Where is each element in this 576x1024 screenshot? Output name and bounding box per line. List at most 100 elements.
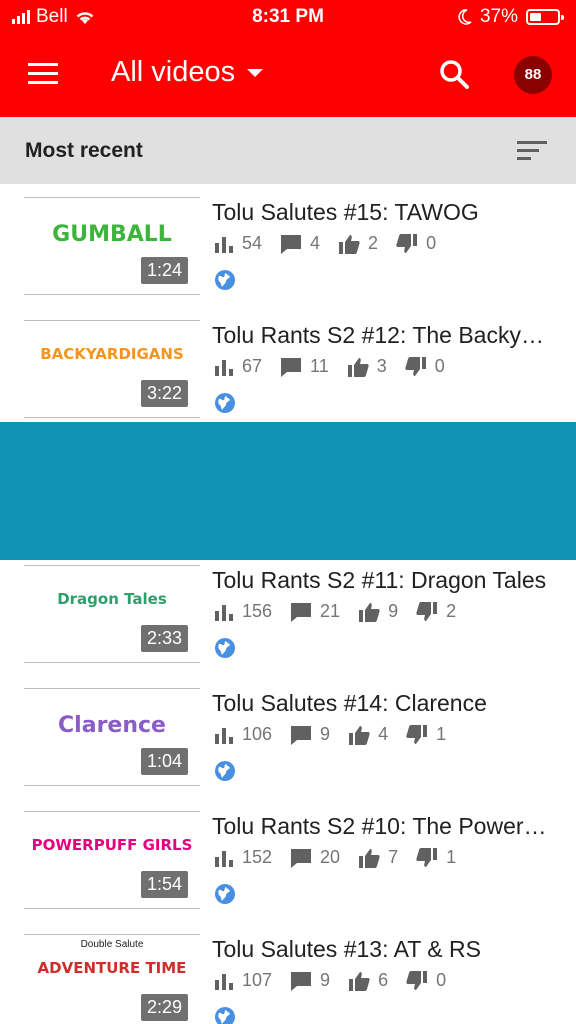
likes-stat: 2 (338, 233, 378, 254)
dislikes-count: 1 (446, 847, 457, 867)
comment-icon (281, 357, 302, 377)
video-thumbnail[interactable]: Double Salute ADVENTURE TIME 2:29 (24, 934, 200, 1024)
views-stat: 156 (214, 601, 272, 622)
likes-count: 4 (378, 724, 389, 744)
video-duration: 2:29 (140, 994, 188, 1021)
bar-chart-icon (215, 236, 233, 253)
bar-chart-icon (215, 604, 233, 621)
status-bar: Bell 8:31 PM 37% (0, 0, 576, 34)
thumbs-up-icon (359, 602, 380, 622)
comment-icon (281, 234, 302, 254)
video-title[interactable]: Tolu Salutes #14: Clarence (212, 690, 552, 717)
dislikes-count: 0 (426, 233, 437, 253)
thumbnail-logo: POWERPUFF GIRLS (31, 836, 193, 854)
thumbnail-logo: GUMBALL (52, 222, 172, 247)
dislikes-stat: 0 (396, 233, 436, 254)
comments-stat: 4 (280, 233, 320, 254)
sort-bar: Most recent (0, 117, 576, 184)
comment-icon (291, 848, 312, 868)
dislikes-stat: 0 (406, 970, 446, 991)
views-count: 107 (242, 970, 273, 990)
likes-stat: 6 (348, 970, 388, 991)
app-bar: All videos 88 (0, 34, 576, 117)
video-duration: 2:33 (140, 625, 188, 652)
chevron-down-icon (247, 68, 264, 77)
views-count: 106 (242, 724, 273, 744)
globe-icon (215, 270, 235, 290)
thumbs-up-icon (349, 971, 370, 991)
comments-count: 21 (320, 601, 341, 621)
likes-count: 7 (388, 847, 399, 867)
comments-count: 9 (320, 970, 331, 990)
video-thumbnail[interactable]: BACKYARDIGANS 3:22 (24, 320, 200, 418)
sort-icon[interactable] (517, 141, 547, 161)
video-stats: 156 21 9 2 (214, 601, 474, 622)
video-stats: 106 9 4 1 (214, 724, 464, 745)
likes-stat: 9 (358, 601, 398, 622)
comment-icon (291, 971, 312, 991)
video-list-item[interactable]: Clarence 1:04 Tolu Salutes #14: Clarence… (0, 676, 576, 799)
menu-icon[interactable] (28, 63, 58, 87)
likes-count: 3 (376, 356, 387, 376)
likes-count: 9 (388, 601, 399, 621)
thumbs-up-icon (339, 234, 360, 254)
dislikes-count: 0 (436, 970, 447, 990)
thumbs-down-icon (416, 847, 438, 867)
comment-icon (291, 602, 312, 622)
video-title[interactable]: Tolu Salutes #13: AT & RS (212, 936, 552, 963)
search-icon[interactable] (438, 58, 470, 90)
video-list-item[interactable]: BACKYARDIGANS 3:22 Tolu Rants S2 #12: Th… (0, 308, 576, 431)
video-filter-dropdown[interactable]: All videos (111, 56, 264, 89)
likes-stat: 3 (347, 356, 387, 377)
thumbs-up-icon (349, 725, 370, 745)
comments-stat: 11 (280, 356, 329, 377)
battery-icon (526, 9, 564, 25)
video-list-item[interactable]: Dragon Tales 2:33 Tolu Rants S2 #11: Dra… (0, 553, 576, 676)
video-title[interactable]: Tolu Rants S2 #10: The Powerpuff Girls (212, 813, 552, 840)
likes-stat: 7 (358, 847, 398, 868)
video-thumbnail[interactable]: Clarence 1:04 (24, 688, 200, 786)
notification-badge[interactable]: 88 (514, 56, 552, 94)
comments-count: 20 (320, 847, 341, 867)
likes-count: 6 (378, 970, 389, 990)
comments-count: 4 (310, 233, 321, 253)
sort-label: Most recent (25, 139, 143, 162)
video-title[interactable]: Tolu Salutes #15: TAWOG (212, 199, 552, 226)
comments-count: 9 (320, 724, 331, 744)
comments-count: 11 (310, 356, 329, 376)
views-stat: 54 (214, 233, 262, 254)
views-stat: 152 (214, 847, 272, 868)
video-stats: 54 4 2 0 (214, 233, 454, 254)
comments-stat: 21 (290, 601, 340, 622)
views-count: 54 (242, 233, 263, 253)
video-title[interactable]: Tolu Rants S2 #11: Dragon Tales (212, 567, 552, 594)
thumbs-down-icon (396, 233, 418, 253)
video-thumbnail[interactable]: POWERPUFF GIRLS 1:54 (24, 811, 200, 909)
thumbs-down-icon (406, 724, 428, 744)
globe-icon (215, 761, 235, 781)
dislikes-stat: 1 (406, 724, 446, 745)
bar-chart-icon (215, 973, 233, 990)
globe-icon (215, 884, 235, 904)
video-list-item[interactable]: POWERPUFF GIRLS 1:54 Tolu Rants S2 #10: … (0, 799, 576, 922)
likes-count: 2 (368, 233, 379, 253)
views-count: 156 (242, 601, 273, 621)
dislikes-count: 0 (434, 356, 445, 376)
video-stats: 67 11 3 0 (214, 356, 463, 377)
comments-stat: 9 (290, 724, 330, 745)
thumbnail-header: Double Salute (80, 939, 144, 950)
video-stats: 107 9 6 0 (214, 970, 464, 991)
dislikes-count: 2 (446, 601, 457, 621)
views-count: 152 (242, 847, 273, 867)
thumbs-up-icon (359, 848, 380, 868)
video-title[interactable]: Tolu Rants S2 #12: The Backyardigans (212, 322, 552, 349)
video-list-item[interactable]: GUMBALL 1:24 Tolu Salutes #15: TAWOG 54 … (0, 185, 576, 308)
video-list-item[interactable]: Double Salute ADVENTURE TIME 2:29 Tolu S… (0, 922, 576, 1024)
video-thumbnail[interactable]: Dragon Tales 2:33 (24, 565, 200, 663)
video-duration: 1:24 (140, 257, 188, 284)
video-thumbnail[interactable]: GUMBALL 1:24 (24, 197, 200, 295)
views-stat: 106 (214, 724, 272, 745)
status-right: 37% (458, 6, 564, 28)
moon-icon (458, 9, 472, 25)
bar-chart-icon (215, 850, 233, 867)
